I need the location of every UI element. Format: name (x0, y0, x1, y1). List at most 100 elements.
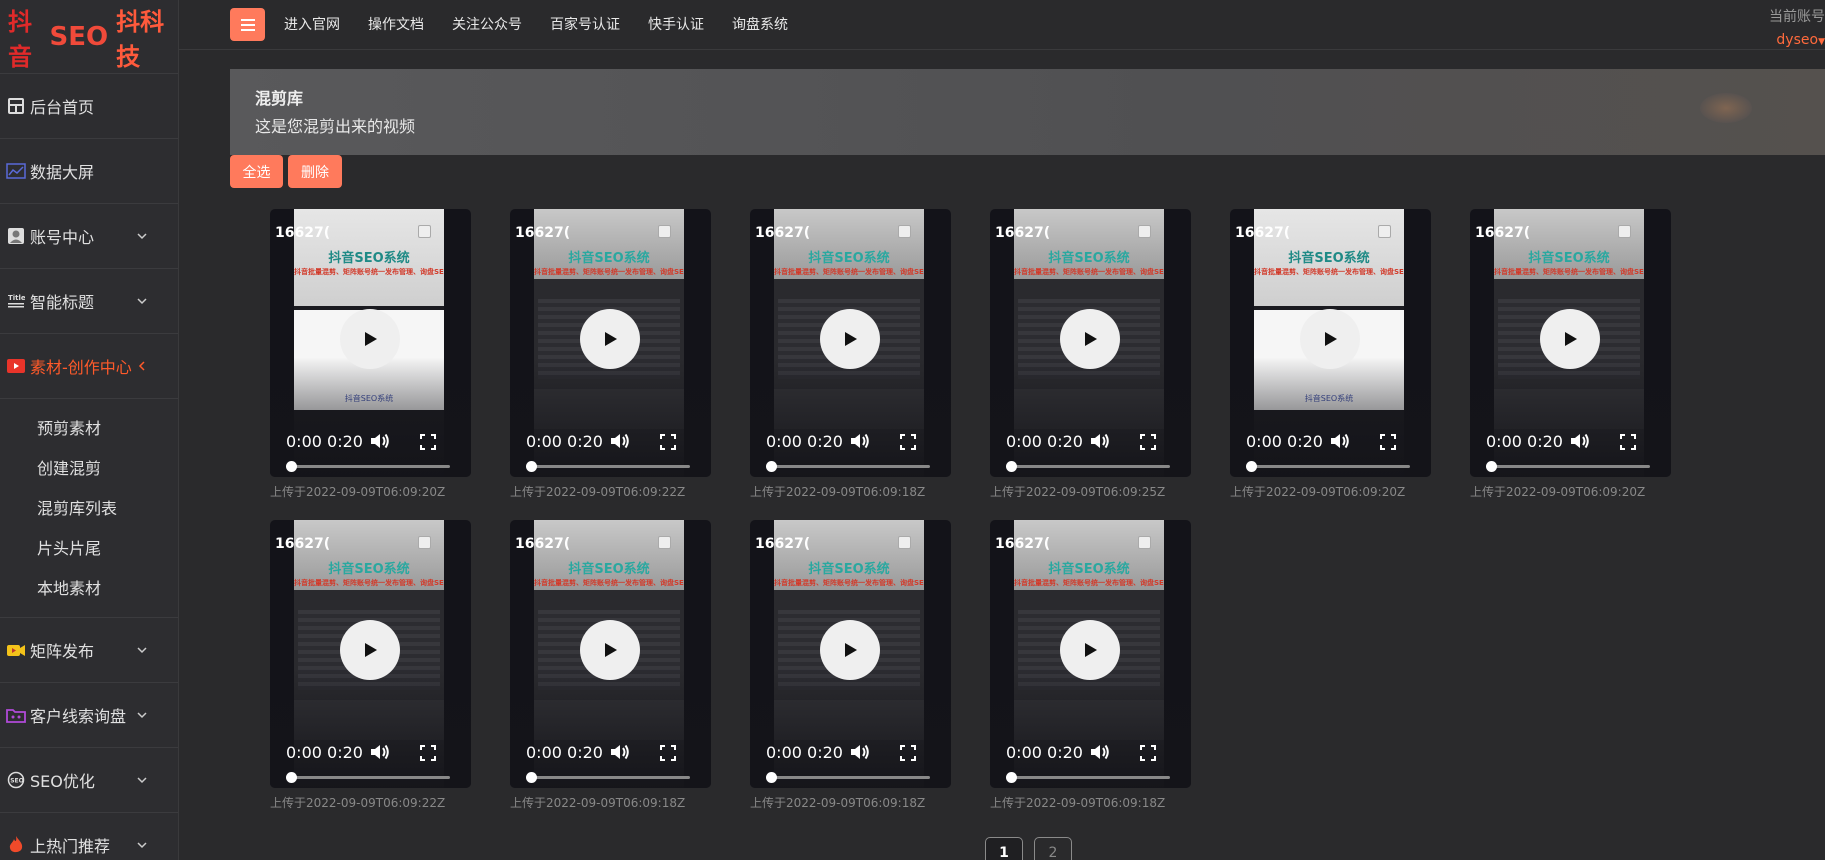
video-progress-bar[interactable] (1246, 461, 1410, 472)
video-player[interactable]: 抖音SEO系统 抖音批量混剪、矩阵账号统一发布管理、询盘SEO系统 16627(… (750, 209, 951, 477)
fullscreen-icon[interactable] (420, 745, 436, 761)
fullscreen-icon[interactable] (900, 745, 916, 761)
play-button[interactable] (820, 620, 880, 680)
play-button[interactable] (1300, 309, 1360, 369)
fullscreen-icon[interactable] (660, 745, 676, 761)
volume-icon[interactable] (369, 742, 391, 762)
fullscreen-icon[interactable] (420, 434, 436, 450)
video-player[interactable]: 抖音SEO系统 抖音批量混剪、矩阵账号统一发布管理、询盘SEO系统 抖音SEO系… (270, 209, 471, 477)
video-player[interactable]: 抖音SEO系统 抖音批量混剪、矩阵账号统一发布管理、询盘SEO系统 16627(… (510, 209, 711, 477)
sidebar-item-hot-recommend[interactable]: 上热门推荐 (0, 813, 178, 860)
sidebar-item-creation-center[interactable]: 素材-创作中心 (0, 334, 178, 399)
volume-icon[interactable] (609, 742, 631, 762)
video-progress-handle[interactable] (1246, 461, 1257, 472)
video-card[interactable]: 抖音SEO系统 抖音批量混剪、矩阵账号统一发布管理、询盘SEO系统 16627(… (990, 520, 1191, 811)
video-progress-bar[interactable] (526, 772, 690, 783)
video-card[interactable]: 抖音SEO系统 抖音批量混剪、矩阵账号统一发布管理、询盘SEO系统 16627(… (990, 209, 1191, 500)
video-player[interactable]: 抖音SEO系统 抖音批量混剪、矩阵账号统一发布管理、询盘SEO系统 抖音SEO系… (1230, 209, 1431, 477)
sidebar-item-account[interactable]: 账号中心 (0, 204, 178, 269)
video-select-checkbox[interactable] (1378, 225, 1391, 238)
page-button-1[interactable]: 1 (985, 837, 1023, 860)
brand-logo[interactable]: 抖音 SEO 抖科技 (0, 0, 178, 74)
fullscreen-icon[interactable] (1620, 434, 1636, 450)
video-player[interactable]: 抖音SEO系统 抖音批量混剪、矩阵账号统一发布管理、询盘SEO系统 16627(… (990, 520, 1191, 788)
volume-icon[interactable] (1089, 742, 1111, 762)
video-progress-bar[interactable] (286, 772, 450, 783)
play-button[interactable] (580, 620, 640, 680)
video-select-checkbox[interactable] (418, 536, 431, 549)
play-button[interactable] (340, 620, 400, 680)
video-player[interactable]: 抖音SEO系统 抖音批量混剪、矩阵账号统一发布管理、询盘SEO系统 16627(… (750, 520, 951, 788)
video-select-checkbox[interactable] (1618, 225, 1631, 238)
video-player[interactable]: 抖音SEO系统 抖音批量混剪、矩阵账号统一发布管理、询盘SEO系统 16627(… (510, 520, 711, 788)
video-card[interactable]: 抖音SEO系统 抖音批量混剪、矩阵账号统一发布管理、询盘SEO系统 16627(… (270, 520, 471, 811)
play-button[interactable] (340, 309, 400, 369)
sidebar-item-smart-title[interactable]: Title 智能标题 (0, 269, 178, 334)
video-card[interactable]: 抖音SEO系统 抖音批量混剪、矩阵账号统一发布管理、询盘SEO系统 16627(… (510, 209, 711, 500)
account-username[interactable]: dyseo▼ (1769, 32, 1825, 48)
top-link-wechat[interactable]: 关注公众号 (452, 14, 522, 34)
play-button[interactable] (1060, 620, 1120, 680)
sidebar-item-leads[interactable]: 客户线索询盘 (0, 683, 178, 748)
video-progress-handle[interactable] (526, 461, 537, 472)
play-button[interactable] (820, 309, 880, 369)
submenu-item-local-material[interactable]: 本地素材 (0, 569, 178, 609)
account-menu[interactable]: 当前账号 dyseo▼ (1769, 6, 1825, 48)
select-all-button[interactable]: 全选 (230, 155, 283, 188)
video-card[interactable]: 抖音SEO系统 抖音批量混剪、矩阵账号统一发布管理、询盘SEO系统 16627(… (510, 520, 711, 811)
video-player[interactable]: 抖音SEO系统 抖音批量混剪、矩阵账号统一发布管理、询盘SEO系统 16627(… (990, 209, 1191, 477)
video-select-checkbox[interactable] (1138, 536, 1151, 549)
sidebar-item-data-screen[interactable]: 数据大屏 (0, 139, 178, 204)
sidebar-item-seo[interactable]: SEO SEO优化 (0, 748, 178, 813)
video-select-checkbox[interactable] (1138, 225, 1151, 238)
submenu-item-pre-cut[interactable]: 预剪素材 (0, 409, 178, 449)
video-progress-bar[interactable] (1486, 461, 1650, 472)
submenu-item-mix-library[interactable]: 混剪库列表 (0, 489, 178, 529)
video-card[interactable]: 抖音SEO系统 抖音批量混剪、矩阵账号统一发布管理、询盘SEO系统 16627(… (1470, 209, 1671, 500)
video-progress-handle[interactable] (1486, 461, 1497, 472)
video-progress-handle[interactable] (766, 772, 777, 783)
video-progress-handle[interactable] (766, 461, 777, 472)
fullscreen-icon[interactable] (1140, 745, 1156, 761)
submenu-item-intro-outro[interactable]: 片头片尾 (0, 529, 178, 569)
top-link-docs[interactable]: 操作文档 (368, 14, 424, 34)
volume-icon[interactable] (609, 431, 631, 451)
video-progress-handle[interactable] (1006, 461, 1017, 472)
fullscreen-icon[interactable] (900, 434, 916, 450)
video-card[interactable]: 抖音SEO系统 抖音批量混剪、矩阵账号统一发布管理、询盘SEO系统 抖音SEO系… (270, 209, 471, 500)
video-select-checkbox[interactable] (898, 536, 911, 549)
video-card[interactable]: 抖音SEO系统 抖音批量混剪、矩阵账号统一发布管理、询盘SEO系统 抖音SEO系… (1230, 209, 1431, 500)
video-select-checkbox[interactable] (658, 536, 671, 549)
fullscreen-icon[interactable] (1140, 434, 1156, 450)
video-progress-bar[interactable] (526, 461, 690, 472)
video-select-checkbox[interactable] (658, 225, 671, 238)
top-link-kuaishou[interactable]: 快手认证 (648, 14, 704, 34)
menu-toggle-button[interactable] (230, 8, 265, 41)
volume-icon[interactable] (849, 431, 871, 451)
video-progress-handle[interactable] (1006, 772, 1017, 783)
fullscreen-icon[interactable] (660, 434, 676, 450)
video-select-checkbox[interactable] (418, 225, 431, 238)
submenu-item-create-mix[interactable]: 创建混剪 (0, 449, 178, 489)
sidebar-item-matrix-publish[interactable]: 矩阵发布 (0, 618, 178, 683)
video-progress-bar[interactable] (766, 461, 930, 472)
page-button-2[interactable]: 2 (1034, 837, 1072, 860)
volume-icon[interactable] (1329, 431, 1351, 451)
video-progress-handle[interactable] (286, 461, 297, 472)
volume-icon[interactable] (1569, 431, 1591, 451)
video-progress-handle[interactable] (286, 772, 297, 783)
video-player[interactable]: 抖音SEO系统 抖音批量混剪、矩阵账号统一发布管理、询盘SEO系统 16627(… (270, 520, 471, 788)
video-player[interactable]: 抖音SEO系统 抖音批量混剪、矩阵账号统一发布管理、询盘SEO系统 16627(… (1470, 209, 1671, 477)
play-button[interactable] (1540, 309, 1600, 369)
delete-button[interactable]: 删除 (288, 155, 342, 188)
video-progress-handle[interactable] (526, 772, 537, 783)
play-button[interactable] (580, 309, 640, 369)
video-progress-bar[interactable] (766, 772, 930, 783)
video-progress-bar[interactable] (1006, 772, 1170, 783)
sidebar-item-home[interactable]: 后台首页 (0, 74, 178, 139)
play-button[interactable] (1060, 309, 1120, 369)
video-progress-bar[interactable] (1006, 461, 1170, 472)
video-card[interactable]: 抖音SEO系统 抖音批量混剪、矩阵账号统一发布管理、询盘SEO系统 16627(… (750, 520, 951, 811)
video-card[interactable]: 抖音SEO系统 抖音批量混剪、矩阵账号统一发布管理、询盘SEO系统 16627(… (750, 209, 951, 500)
volume-icon[interactable] (1089, 431, 1111, 451)
